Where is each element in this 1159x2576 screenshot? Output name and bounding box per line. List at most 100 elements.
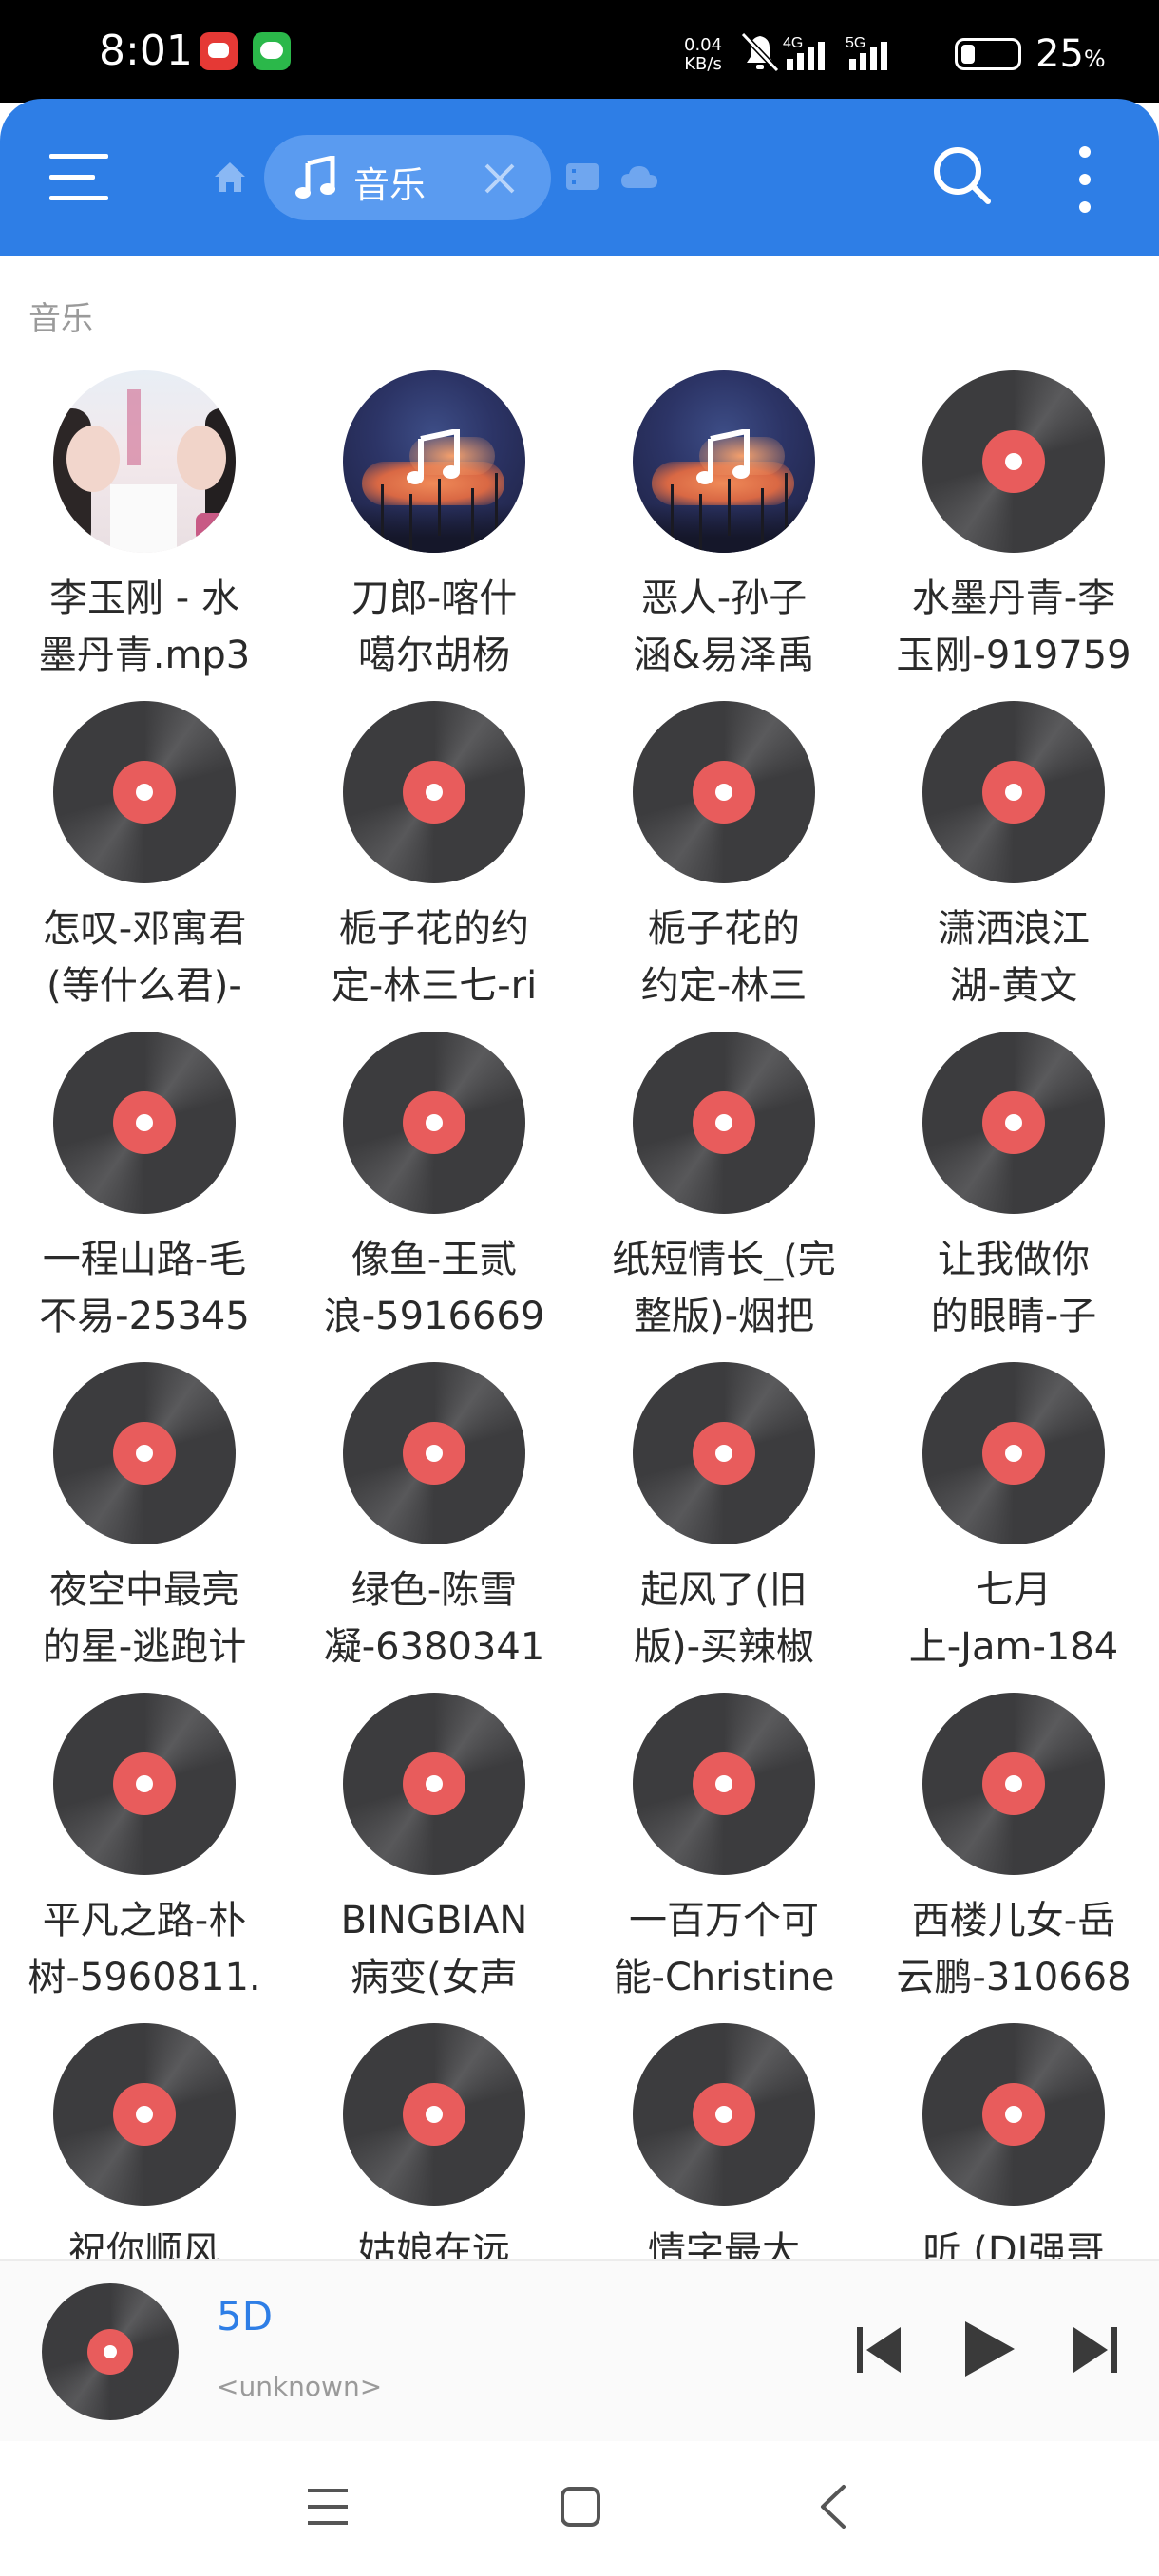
music-item[interactable]: 西楼儿女-岳 云鹏-310668 [869,1683,1158,2014]
music-item[interactable]: 一程山路-毛 不易-25345 [0,1022,289,1353]
vinyl-disc-icon [922,1693,1105,1875]
music-item[interactable]: 一百万个可 能-Christine [580,1683,868,2014]
music-item-label: 绿色-陈雪 凝-6380341 [323,1568,545,1669]
vinyl-disc-icon [53,1362,236,1544]
music-item-label: 李玉刚 - 水 墨丹青.mp3 [38,577,251,677]
next-icon[interactable] [1070,2323,1119,2377]
home-square-icon[interactable] [559,2485,602,2529]
music-item-label: 潇洒浪江 湖-黄文 [938,907,1090,1008]
vinyl-disc-icon [922,1032,1105,1214]
more-options-icon[interactable] [1075,146,1094,213]
album-cover [633,370,815,553]
close-icon[interactable] [483,161,517,196]
music-item[interactable]: 刀郎-喀什 噶尔胡杨 [290,361,579,691]
music-item[interactable]: 夜空中最亮 的星-逃跑计 [0,1353,289,1683]
music-item[interactable]: 祝你顺风 [0,2014,289,2259]
cloud-icon[interactable] [619,163,659,190]
battery-percent-unit: % [1083,46,1106,72]
home-icon[interactable] [211,158,249,196]
music-item[interactable]: 水墨丹青-李 玉刚-919759 [869,361,1158,691]
mini-player[interactable]: 5D <unknown> [0,2259,1159,2443]
music-item-label: 西楼儿女-岳 云鹏-310668 [896,1899,1131,1999]
video-icon[interactable] [564,161,600,192]
battery-icon [955,38,1021,70]
vinyl-disc-icon [343,2023,525,2206]
album-cover [343,370,525,553]
music-item[interactable]: 李玉刚 - 水 墨丹青.mp3 [0,361,289,691]
music-item[interactable]: 姑娘在远 [290,2014,579,2259]
music-item[interactable]: 起风了(旧 版)-买辣椒 [580,1353,868,1683]
vinyl-disc-icon [633,1362,815,1544]
vinyl-disc-icon [922,701,1105,883]
battery-level-fill [961,45,975,64]
vinyl-disc-icon [343,1362,525,1544]
vinyl-disc-icon [633,1032,815,1214]
wechat-icon [253,32,291,70]
music-item-label: 祝你顺风 [68,2229,220,2259]
music-item[interactable]: 让我做你 的眼睛-子 [869,1022,1158,1353]
music-item-label: 听 (DJ强哥 [922,2229,1105,2259]
now-playing-artist: <unknown> [217,2371,383,2402]
section-title: 音乐 [28,300,93,338]
music-item[interactable]: 潇洒浪江 湖-黄文 [869,691,1158,1022]
music-item-label: 怎叹-邓寓君 (等什么君)- [42,907,247,1008]
play-icon[interactable] [960,2318,1018,2380]
music-item[interactable]: 绿色-陈雪 凝-6380341 [290,1353,579,1683]
music-item-label: 平凡之路-朴 树-5960811. [28,1899,261,1999]
back-icon[interactable] [815,2483,849,2530]
music-item-label: 恶人-孙子 涵&易泽禹 [633,577,815,677]
music-item-label: 栀子花的 约定-林三 [640,907,808,1008]
menu-button[interactable] [49,154,108,203]
battery-percent: 25% [1036,32,1106,76]
music-item-label: 让我做你 的眼睛-子 [930,1238,1097,1338]
music-item[interactable]: 七月 上-Jam-184 [869,1353,1158,1683]
network-speed: 0.04 KB/s [684,36,722,74]
vinyl-disc-icon [922,370,1105,553]
vinyl-disc-icon [53,2023,236,2206]
network-speed-unit: KB/s [684,54,722,74]
status-bar: 8:01 0.04 KB/s 4G 5G 25% [0,0,1159,103]
tab-music-label: 音乐 [353,164,427,206]
previous-icon[interactable] [855,2323,904,2377]
menu-icon[interactable] [306,2485,350,2529]
music-item[interactable]: 纸短情长_(完 整版)-烟把 [580,1022,868,1353]
status-time: 8:01 [99,27,193,75]
music-item-label: 水墨丹青-李 玉刚-919759 [896,577,1131,677]
music-item[interactable]: 栀子花的约 定-林三七-ri [290,691,579,1022]
music-item-label: 纸短情长_(完 整版)-烟把 [612,1238,836,1338]
music-item[interactable]: 像鱼-王贰 浪-5916669 [290,1022,579,1353]
notification-app-icon [200,32,238,70]
vinyl-disc-icon [53,1693,236,1875]
music-item[interactable]: 恶人-孙子 涵&易泽禹 [580,361,868,691]
system-nav-bar [0,2441,1159,2576]
music-item-label: 情字最大 [648,2229,800,2259]
now-playing-title[interactable]: 5D [217,2293,273,2339]
tab-music[interactable]: 音乐 [264,135,551,220]
music-item-label: 起风了(旧 版)-买辣椒 [633,1568,815,1669]
signal-icons: 4G 5G [740,31,887,73]
vinyl-disc-icon [922,1362,1105,1544]
music-item[interactable]: 怎叹-邓寓君 (等什么君)- [0,691,289,1022]
search-icon[interactable] [931,144,994,207]
music-item-label: 刀郎-喀什 噶尔胡杨 [351,577,518,677]
music-item[interactable]: 听 (DJ强哥 [869,2014,1158,2259]
network-5g-label: 5G [846,35,865,51]
music-note-icon [407,429,460,484]
music-item[interactable]: 情字最大 [580,2014,868,2259]
music-grid: 李玉刚 - 水 墨丹青.mp3 刀郎-喀什 噶尔胡杨 恶人-孙子 涵&易泽禹 水墨丹青… [0,361,1159,2259]
music-item-label: 栀子花的约 定-林三七-ri [331,907,538,1008]
vinyl-disc-icon [343,1032,525,1214]
now-playing-cover[interactable] [42,2283,179,2420]
app-header: 音乐 [0,99,1159,256]
album-cover [53,370,236,553]
network-speed-value: 0.04 [684,35,723,55]
vinyl-disc-icon [633,2023,815,2206]
music-item[interactable]: 平凡之路-朴 树-5960811. [0,1683,289,2014]
vinyl-disc-icon [343,701,525,883]
music-item[interactable]: BINGBIAN 病变(女声 [290,1683,579,2014]
music-item-label: 夜空中最亮 的星-逃跑计 [42,1568,247,1669]
music-item-label: 像鱼-王贰 浪-5916669 [323,1238,545,1338]
music-item[interactable]: 栀子花的 约定-林三 [580,691,868,1022]
vinyl-disc-icon [53,701,236,883]
vinyl-disc-icon [343,1693,525,1875]
